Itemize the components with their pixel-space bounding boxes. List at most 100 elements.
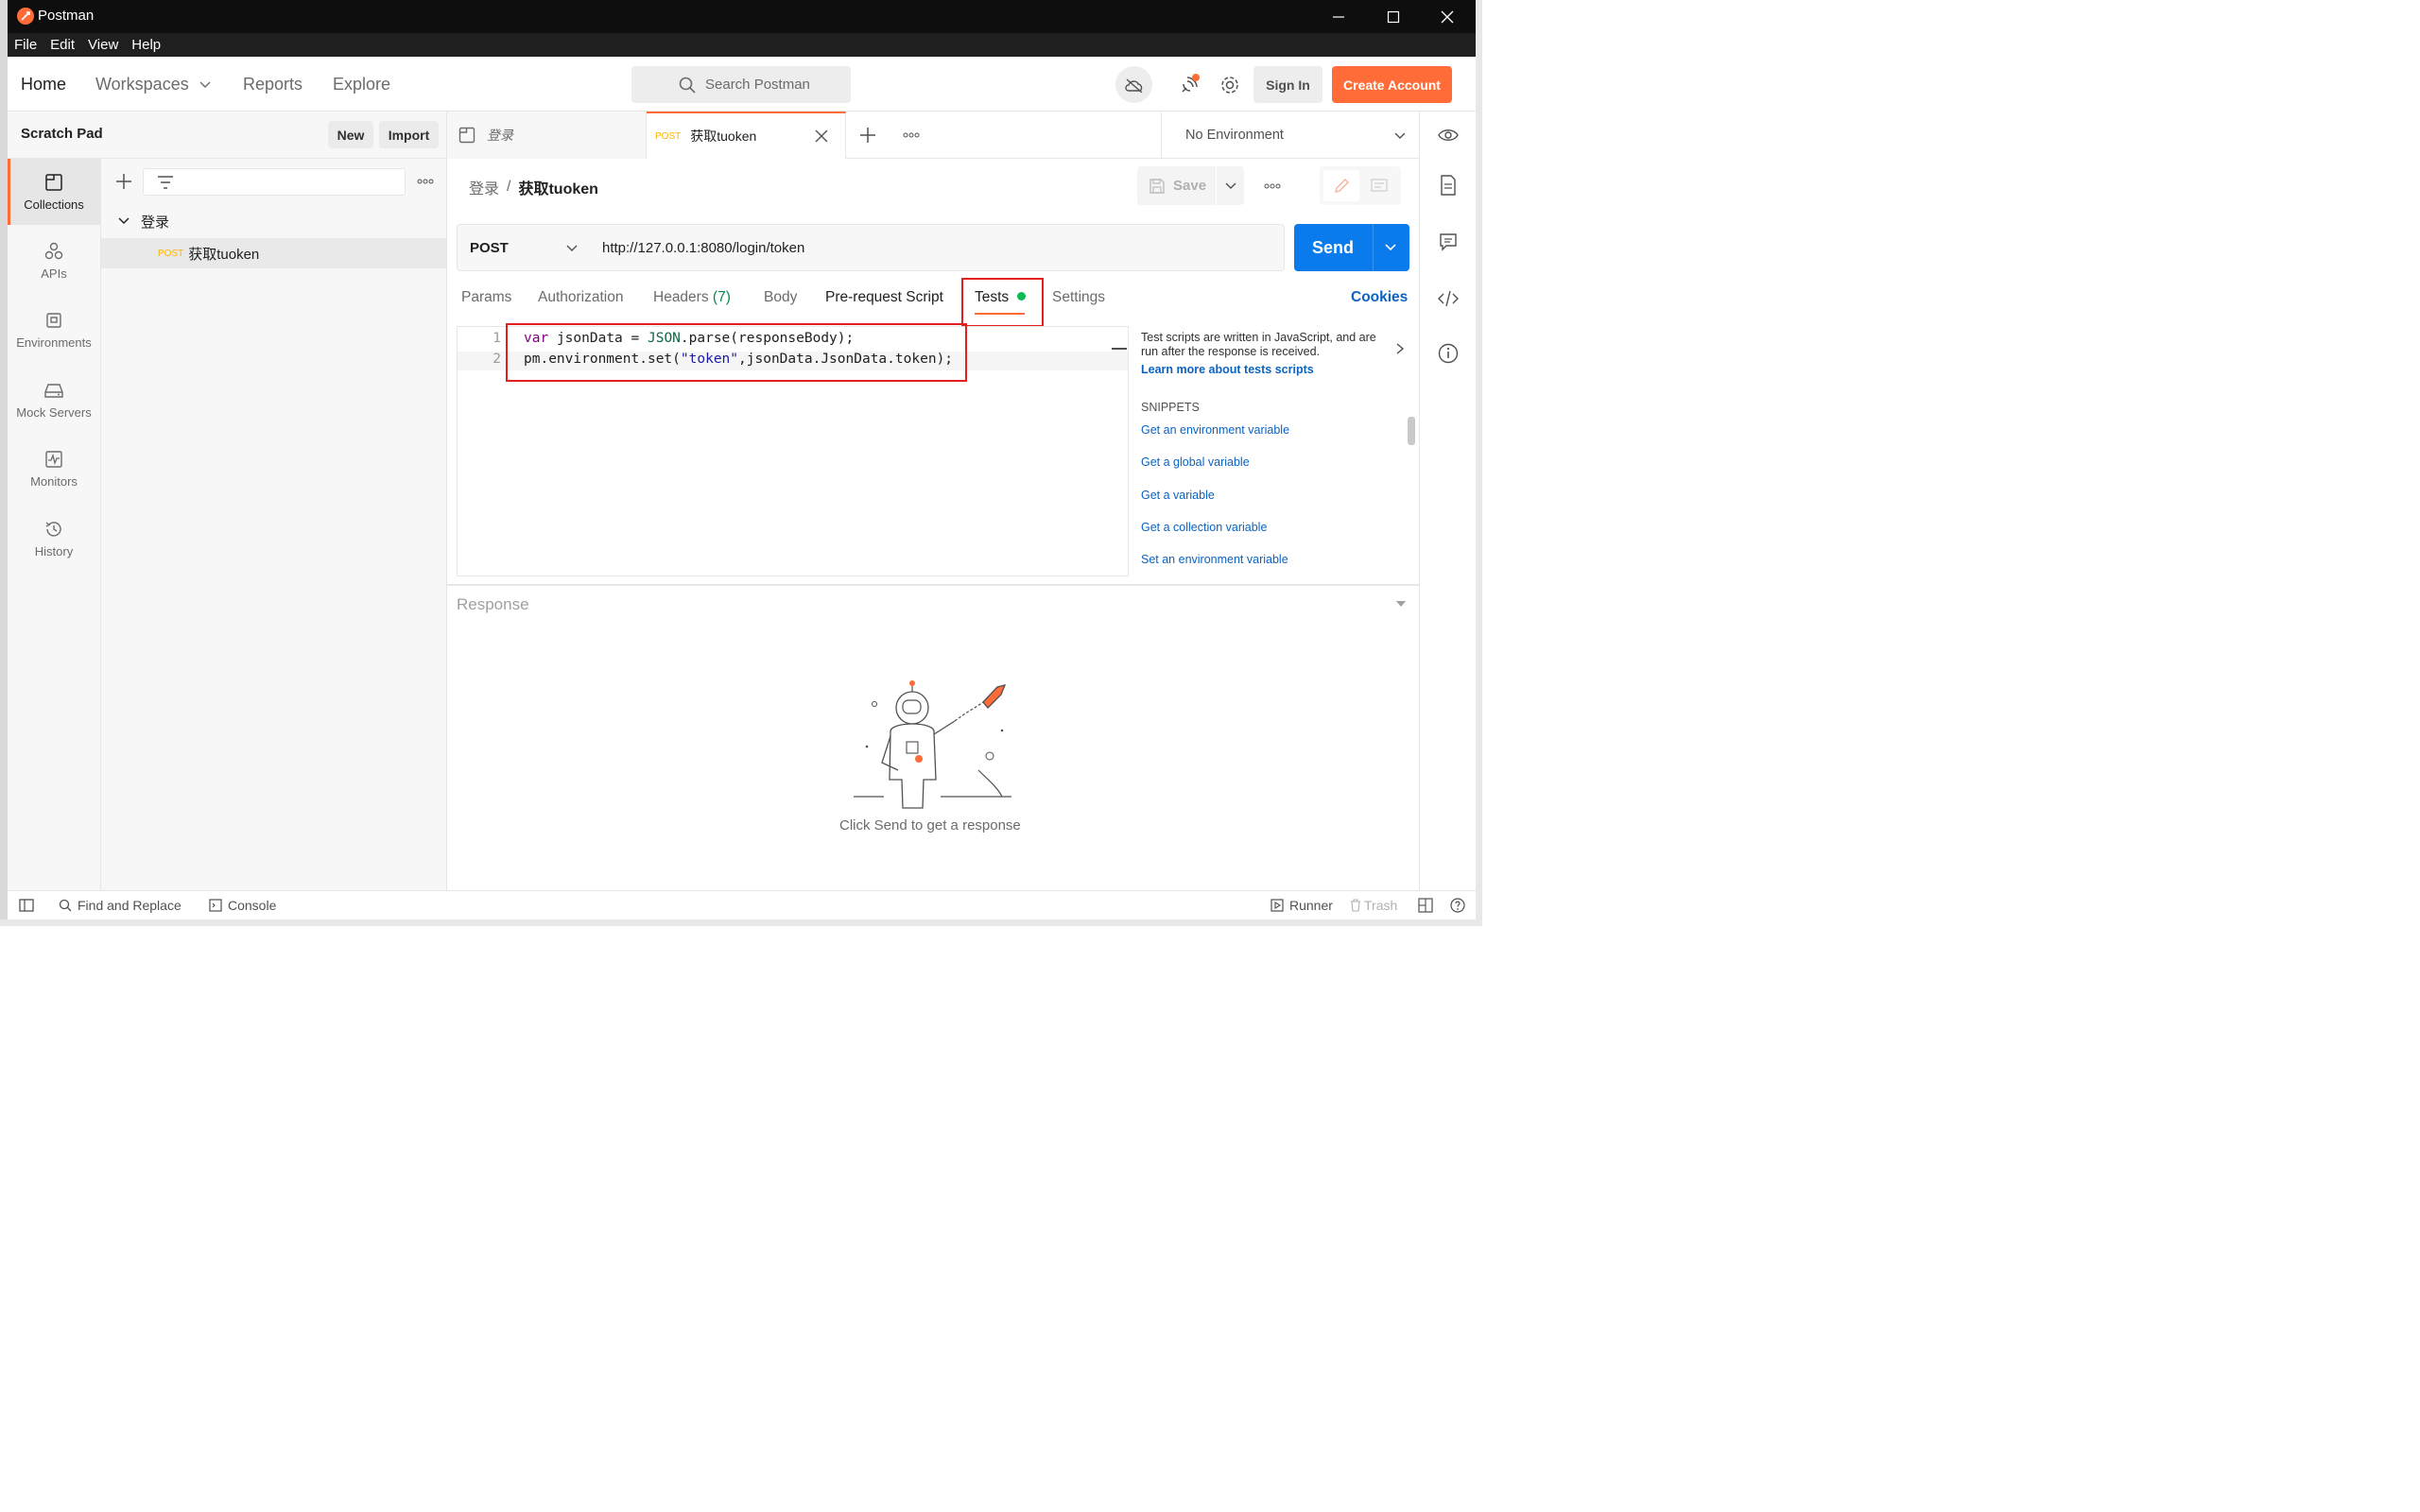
sidebar-rail: Collections APIs Environments Mock Serve… xyxy=(8,159,101,890)
satellite-icon xyxy=(1182,74,1200,93)
toggle-sidebar-button[interactable] xyxy=(19,891,34,919)
request-info-button[interactable] xyxy=(1433,338,1463,369)
tab-request[interactable]: POST 获取tuoken xyxy=(647,112,846,159)
response-divider[interactable] xyxy=(447,584,1419,586)
request-options-button[interactable] xyxy=(1258,174,1287,198)
collection-folder[interactable]: 登录 xyxy=(101,208,446,234)
runner-button[interactable]: Runner xyxy=(1270,891,1333,919)
create-account-button[interactable]: Create Account xyxy=(1332,66,1452,103)
tab-options-button[interactable] xyxy=(899,123,924,147)
sidebar-item-history[interactable]: History xyxy=(8,506,100,572)
more-horizontal-icon xyxy=(903,132,920,138)
send-divider xyxy=(1373,224,1374,271)
code-snippet-button[interactable] xyxy=(1433,284,1463,314)
environment-quick-look-button[interactable] xyxy=(1433,121,1463,149)
tab-folder[interactable]: 登录 xyxy=(447,112,647,159)
desktop-background-bottom xyxy=(0,919,1482,926)
nav-workspaces[interactable]: Workspaces xyxy=(95,75,211,94)
more-options-button[interactable] xyxy=(413,170,438,193)
learn-more-link[interactable]: Learn more about tests scripts xyxy=(1141,363,1314,376)
chevron-down-icon xyxy=(1225,182,1236,189)
close-icon[interactable] xyxy=(815,129,828,143)
new-button[interactable]: New xyxy=(328,121,373,148)
sidebar-item-monitors[interactable]: Monitors xyxy=(8,436,100,502)
chevron-right-icon[interactable] xyxy=(1396,343,1404,354)
tab-pre-request-script[interactable]: Pre-request Script xyxy=(825,289,943,306)
menu-file[interactable]: File xyxy=(14,37,37,53)
sidebar-item-label: Monitors xyxy=(30,473,78,489)
environment-selector[interactable]: No Environment xyxy=(1161,112,1419,159)
cookies-link[interactable]: Cookies xyxy=(1351,289,1408,306)
save-button[interactable]: Save xyxy=(1137,166,1216,205)
sidebar-item-mock-servers[interactable]: Mock Servers xyxy=(8,367,100,433)
sidebar-item-collections[interactable]: Collections xyxy=(8,159,100,225)
menu-view[interactable]: View xyxy=(88,37,118,53)
snippets-scrollbar-thumb[interactable] xyxy=(1408,417,1415,445)
comments-button[interactable] xyxy=(1433,227,1463,257)
breadcrumb-current[interactable]: 获取tuoken xyxy=(518,176,597,198)
find-replace-button[interactable]: Find and Replace xyxy=(59,891,182,919)
sidebar-item-label: History xyxy=(34,543,74,558)
close-window-button[interactable] xyxy=(1421,0,1474,33)
code-highlight xyxy=(506,323,967,382)
method-select[interactable]: POST xyxy=(457,224,591,271)
snippet-get-var[interactable]: Get a variable xyxy=(1141,489,1215,502)
apis-icon xyxy=(44,242,63,259)
minimize-button[interactable] xyxy=(1312,0,1365,33)
add-collection-button[interactable] xyxy=(112,170,135,193)
trash-button[interactable]: Trash xyxy=(1350,891,1397,919)
collapse-response-icon[interactable] xyxy=(1395,600,1407,608)
chevron-down-icon xyxy=(566,245,578,251)
snippet-get-collection-var[interactable]: Get a collection variable xyxy=(1141,521,1267,534)
collections-icon xyxy=(458,127,475,144)
tab-params[interactable]: Params xyxy=(461,289,511,306)
settings-button[interactable] xyxy=(1213,68,1247,102)
editor-scrollbar-thumb[interactable] xyxy=(1112,348,1127,350)
breadcrumb-parent[interactable]: 登录 xyxy=(469,176,499,198)
request-item[interactable]: POST 获取tuoken xyxy=(101,238,446,268)
new-tab-button[interactable] xyxy=(856,123,880,147)
top-navigation: Home Workspaces Reports Explore Search P… xyxy=(8,57,1476,112)
tab-headers[interactable]: Headers (7) xyxy=(653,289,731,306)
documentation-button[interactable] xyxy=(1433,170,1463,200)
snippet-set-env-var[interactable]: Set an environment variable xyxy=(1141,553,1288,566)
tab-settings[interactable]: Settings xyxy=(1052,289,1105,306)
request-tabs-bar: 登录 POST 获取tuoken No Environment xyxy=(447,112,1419,159)
documentation-mode-button[interactable] xyxy=(1361,170,1397,201)
notifications-button[interactable] xyxy=(1172,68,1206,102)
sync-status-button[interactable] xyxy=(1115,66,1152,103)
console-button[interactable]: Console xyxy=(209,891,276,919)
nav-reports[interactable]: Reports xyxy=(243,75,302,94)
snippet-get-global-var[interactable]: Get a global variable xyxy=(1141,455,1250,469)
help-button[interactable] xyxy=(1450,891,1465,919)
nav-home[interactable]: Home xyxy=(21,75,66,94)
save-label: Save xyxy=(1173,178,1207,194)
two-pane-view-button[interactable] xyxy=(1418,891,1433,919)
send-button[interactable]: Send xyxy=(1294,224,1409,271)
snippet-get-env-var[interactable]: Get an environment variable xyxy=(1141,423,1289,437)
postman-logo-icon xyxy=(17,8,34,25)
request-method-badge: POST xyxy=(158,248,184,259)
sidebar-item-environments[interactable]: Environments xyxy=(8,297,100,363)
edit-mode-button[interactable] xyxy=(1323,170,1359,201)
plus-icon xyxy=(860,128,875,143)
tab-authorization[interactable]: Authorization xyxy=(538,289,623,306)
pencil-icon xyxy=(1335,178,1349,193)
save-options-button[interactable] xyxy=(1217,166,1244,205)
tab-label: 登录 xyxy=(487,128,513,143)
sidebar-item-apis[interactable]: APIs xyxy=(8,228,100,294)
url-input[interactable]: http://127.0.0.1:8080/login/token xyxy=(590,224,1285,271)
request-name: 获取tuoken xyxy=(188,246,260,263)
search-box[interactable]: Search Postman xyxy=(631,66,851,103)
sign-in-button[interactable]: Sign In xyxy=(1253,66,1322,103)
import-button[interactable]: Import xyxy=(379,121,439,148)
menu-edit[interactable]: Edit xyxy=(50,37,75,53)
trash-icon xyxy=(1351,899,1360,912)
menu-help[interactable]: Help xyxy=(131,37,161,53)
chevron-down-icon[interactable] xyxy=(1385,243,1396,252)
filter-input[interactable] xyxy=(143,168,406,196)
tab-method-badge: POST xyxy=(655,130,682,142)
tab-body[interactable]: Body xyxy=(764,289,797,306)
nav-explore[interactable]: Explore xyxy=(333,75,390,94)
maximize-button[interactable] xyxy=(1367,0,1420,33)
